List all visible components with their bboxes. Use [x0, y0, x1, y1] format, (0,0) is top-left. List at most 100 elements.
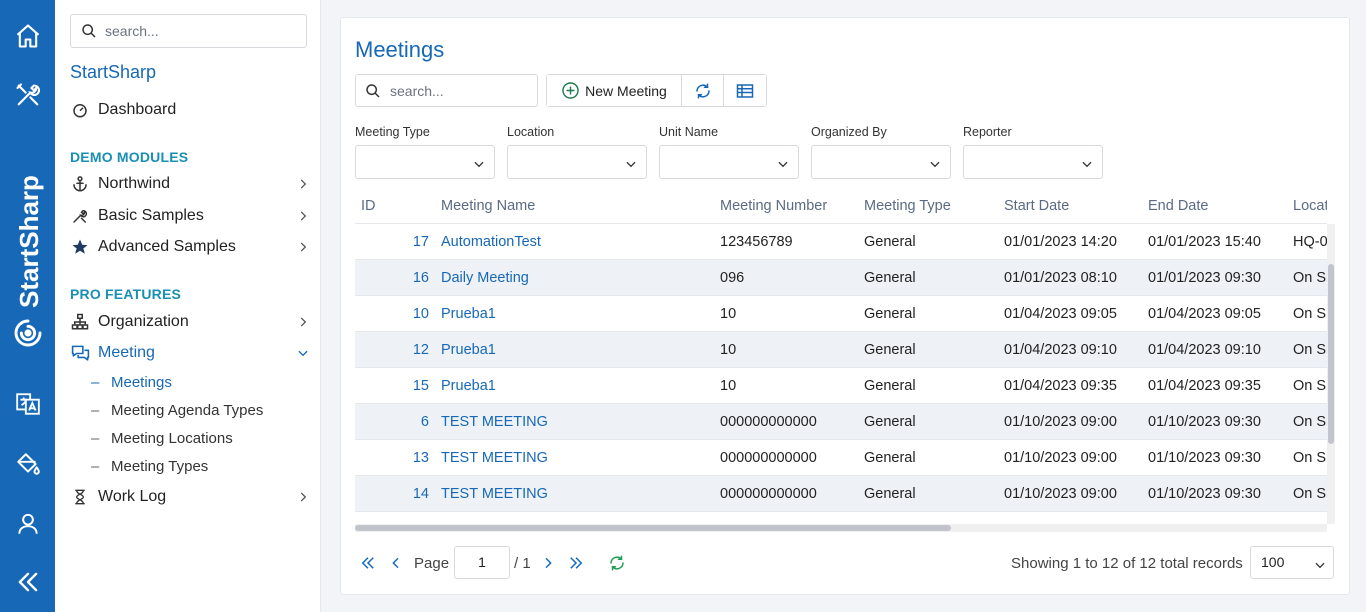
scrollbar-thumb[interactable]	[1328, 264, 1334, 444]
first-page-button[interactable]	[357, 552, 379, 574]
nav-item-advanced-samples[interactable]: Advanced Samples	[70, 234, 310, 260]
cell-start-date: 01/04/2023 09:10	[1004, 342, 1117, 358]
column-header-meeting-name[interactable]: Meeting Name	[441, 198, 535, 214]
horizontal-scrollbar[interactable]	[355, 524, 1327, 532]
filter-meeting-type-select[interactable]	[355, 145, 495, 179]
filter-reporter-label: Reporter	[963, 125, 1012, 139]
brand-logo-vertical: StartSharp	[9, 150, 47, 310]
filter-unit-name-select[interactable]	[659, 145, 799, 179]
grid-search-input[interactable]: search...	[355, 74, 538, 107]
cell-end-date: 01/04/2023 09:35	[1148, 378, 1261, 394]
search-icon	[366, 83, 380, 98]
section-demo-modules: DEMO MODULES	[70, 149, 189, 165]
page-size-select[interactable]: 100	[1250, 546, 1334, 579]
cell-start-date: 01/10/2023 09:00	[1004, 450, 1117, 466]
cell-location: On Si	[1293, 414, 1327, 430]
scrollbar-thumb[interactable]	[355, 525, 951, 531]
column-header-meeting-number[interactable]: Meeting Number	[720, 198, 827, 214]
reload-button[interactable]	[606, 552, 628, 574]
table-row[interactable]: 15 Prueba1 10 General 01/04/2023 09:35 0…	[355, 368, 1327, 404]
next-page-button[interactable]	[537, 552, 559, 574]
filter-location-select[interactable]	[507, 145, 647, 179]
filter-unit-name: Unit Name	[659, 125, 799, 179]
table-row[interactable]: 12 Prueba1 10 General 01/04/2023 09:10 0…	[355, 332, 1327, 368]
prev-page-button[interactable]	[385, 552, 407, 574]
last-page-button[interactable]	[565, 552, 587, 574]
sidebar: search... StartSharp Dashboard DEMO MODU…	[55, 0, 321, 612]
nav-sub-meeting-types-label: Meeting Types	[111, 458, 209, 475]
column-header-meeting-type[interactable]: Meeting Type	[864, 198, 951, 214]
refresh-button[interactable]	[682, 75, 724, 106]
cell-end-date: 01/10/2023 09:30	[1148, 450, 1261, 466]
vertical-scrollbar[interactable]	[1327, 224, 1335, 524]
cell-meeting-type: General	[864, 486, 916, 502]
cell-id[interactable]: 15	[355, 378, 429, 394]
nav-item-northwind[interactable]: Northwind	[70, 171, 310, 197]
cell-meeting-name-link[interactable]: Prueba1	[441, 342, 496, 358]
bullet-dash: –	[91, 402, 100, 419]
nav-item-dashboard[interactable]: Dashboard	[70, 97, 310, 123]
nav-sub-meetings[interactable]: – Meetings	[91, 374, 172, 391]
filter-reporter-select[interactable]	[963, 145, 1103, 179]
column-picker-button[interactable]	[724, 75, 766, 106]
table-row[interactable]: 6 TEST MEETING 000000000000 General 01/1…	[355, 404, 1327, 440]
refresh-icon	[695, 83, 710, 98]
cell-meeting-name-link[interactable]: Daily Meeting	[441, 270, 529, 286]
new-meeting-button[interactable]: New Meeting	[547, 75, 682, 106]
sidebar-app-title[interactable]: StartSharp	[70, 62, 156, 83]
tools-icon[interactable]	[12, 79, 44, 111]
column-header-start-date[interactable]: Start Date	[1004, 198, 1069, 214]
nav-item-basic-samples[interactable]: Basic Samples	[70, 203, 310, 229]
user-icon[interactable]	[12, 508, 44, 540]
nav-item-organization-label: Organization	[98, 313, 189, 330]
table-row[interactable]: 17 AutomationTest 123456789 General 01/0…	[355, 224, 1327, 260]
table-row[interactable]: 16 Daily Meeting 096 General 01/01/2023 …	[355, 260, 1327, 296]
translate-icon[interactable]	[12, 388, 44, 420]
cell-id[interactable]: 17	[355, 234, 429, 250]
nav-sub-meeting-locations[interactable]: – Meeting Locations	[91, 430, 233, 447]
table-row[interactable]: 14 TEST MEETING 000000000000 General 01/…	[355, 476, 1327, 512]
cell-id[interactable]: 14	[355, 486, 429, 502]
cell-location: HQ-0	[1293, 234, 1327, 250]
cell-meeting-name-link[interactable]: TEST MEETING	[441, 450, 548, 466]
page-number-input[interactable]: 1	[454, 546, 510, 579]
table-row[interactable]: 10 Prueba1 10 General 01/04/2023 09:05 0…	[355, 296, 1327, 332]
nav-item-work-log[interactable]: Work Log	[70, 484, 310, 510]
anchor-icon	[70, 174, 90, 194]
paint-bucket-icon[interactable]	[12, 448, 44, 480]
cell-id[interactable]: 16	[355, 270, 429, 286]
column-header-location[interactable]: Locati	[1293, 198, 1327, 214]
column-header-id[interactable]: ID	[361, 198, 376, 214]
page-size-value: 100	[1261, 554, 1285, 570]
bullet-dash: –	[91, 374, 100, 391]
nav-item-organization[interactable]: Organization	[70, 309, 310, 335]
dashboard-gauge-icon	[70, 100, 90, 120]
cell-meeting-name-link[interactable]: TEST MEETING	[441, 414, 548, 430]
chevron-right-icon	[300, 492, 307, 502]
collapse-sidebar-icon[interactable]	[12, 566, 44, 598]
cell-meeting-number: 123456789	[720, 234, 793, 250]
nav-sub-meeting-agenda-types-label: Meeting Agenda Types	[111, 402, 264, 419]
table-row[interactable]: 13 TEST MEETING 000000000000 General 01/…	[355, 440, 1327, 476]
sidebar-search-input[interactable]: search...	[70, 14, 307, 48]
home-icon[interactable]	[12, 20, 44, 52]
nav-item-meeting[interactable]: Meeting	[70, 340, 310, 366]
cell-start-date: 01/10/2023 09:00	[1004, 414, 1117, 430]
cell-id[interactable]: 13	[355, 450, 429, 466]
column-header-end-date[interactable]: End Date	[1148, 198, 1208, 214]
chevron-down-icon	[474, 161, 484, 168]
cell-location: On Si	[1293, 306, 1327, 322]
nav-sub-meeting-types[interactable]: – Meeting Types	[91, 458, 208, 475]
cell-id[interactable]: 6	[355, 414, 429, 430]
cell-id[interactable]: 12	[355, 342, 429, 358]
cell-meeting-type: General	[864, 414, 916, 430]
filter-organized-by-select[interactable]	[811, 145, 951, 179]
cell-meeting-name-link[interactable]: AutomationTest	[441, 234, 541, 250]
cell-meeting-name-link[interactable]: TEST MEETING	[441, 486, 548, 502]
chevron-down-icon	[298, 350, 308, 357]
cell-id[interactable]: 10	[355, 306, 429, 322]
filter-reporter: Reporter	[963, 125, 1103, 179]
cell-meeting-name-link[interactable]: Prueba1	[441, 378, 496, 394]
nav-sub-meeting-agenda-types[interactable]: – Meeting Agenda Types	[91, 402, 263, 419]
cell-meeting-name-link[interactable]: Prueba1	[441, 306, 496, 322]
